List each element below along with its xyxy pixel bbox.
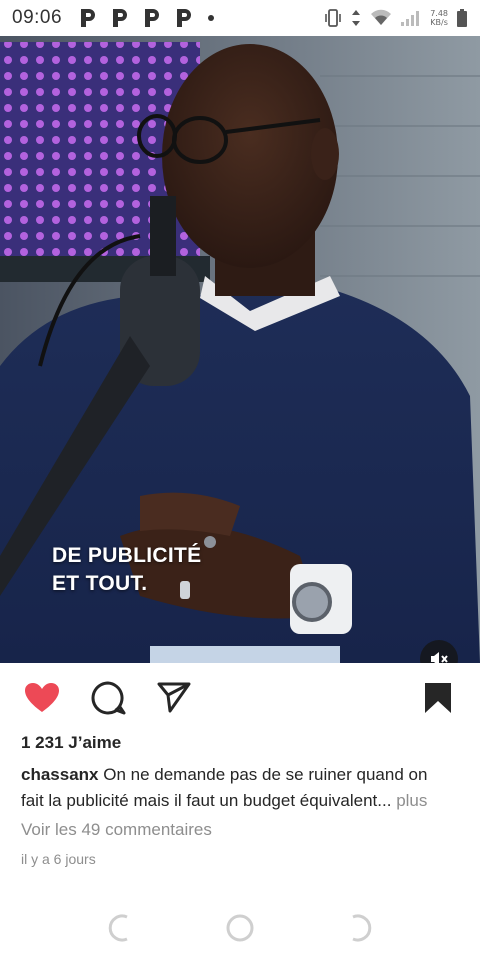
battery-icon [457,9,467,27]
post-actions [0,663,480,733]
vibrate-icon [325,9,341,27]
video-caption: DE PUBLICITÉ ET TOUT. [52,542,201,598]
status-time: 09:06 [12,7,63,28]
caption-text-1: On ne demande pas de se ruiner quand on [103,765,428,784]
p-notification-icon [113,9,128,27]
p-notification-icon [177,9,192,27]
net-speed-value: 7.48 [430,9,448,18]
more-notifications-dot [208,15,215,21]
share-button[interactable] [156,680,192,716]
signal-icon [401,11,420,26]
data-arrows-icon [352,10,361,26]
wifi-icon [371,9,392,25]
home-button[interactable] [224,912,256,944]
heart-icon [25,683,59,712]
comment-button[interactable] [90,680,126,716]
system-navbar [0,900,480,960]
back-icon [108,914,128,942]
bookmark-icon [425,683,451,713]
post-caption: chassanx On ne demande pas de se ruiner … [21,762,461,814]
caption-line-1: DE PUBLICITÉ [52,544,202,567]
save-button[interactable] [420,680,456,716]
comment-icon [91,681,126,715]
caption-ellipsis: ... [377,791,392,810]
more-link[interactable]: plus [396,791,427,810]
post-video[interactable]: DE PUBLICITÉ ET TOUT. [0,36,480,663]
home-icon [226,914,254,942]
net-speed-unit: KB/s [430,18,448,27]
caption-text-2: fait la publicité mais il faut un budget… [21,791,378,810]
post-timestamp: il y a 6 jours [21,851,96,867]
like-button[interactable] [24,680,60,716]
back-button[interactable] [104,912,136,944]
username-link[interactable]: chassanx [21,765,99,784]
caption-line-2: ET TOUT. [52,572,148,595]
status-bar: 09:06 7.48 KB/s [0,0,480,36]
recents-icon [352,914,372,942]
net-speed: 7.48 KB/s [430,9,448,27]
notification-icons [78,7,215,29]
p-notification-icon [145,9,160,27]
send-icon [157,682,191,713]
muted-speaker-icon [431,652,448,663]
status-right: 7.48 KB/s [324,0,468,36]
view-comments-link[interactable]: Voir les 49 commentaires [21,820,212,840]
like-count[interactable]: 1 231 J’aime [21,733,121,753]
p-notification-icon [81,9,96,27]
recents-button[interactable] [344,912,376,944]
